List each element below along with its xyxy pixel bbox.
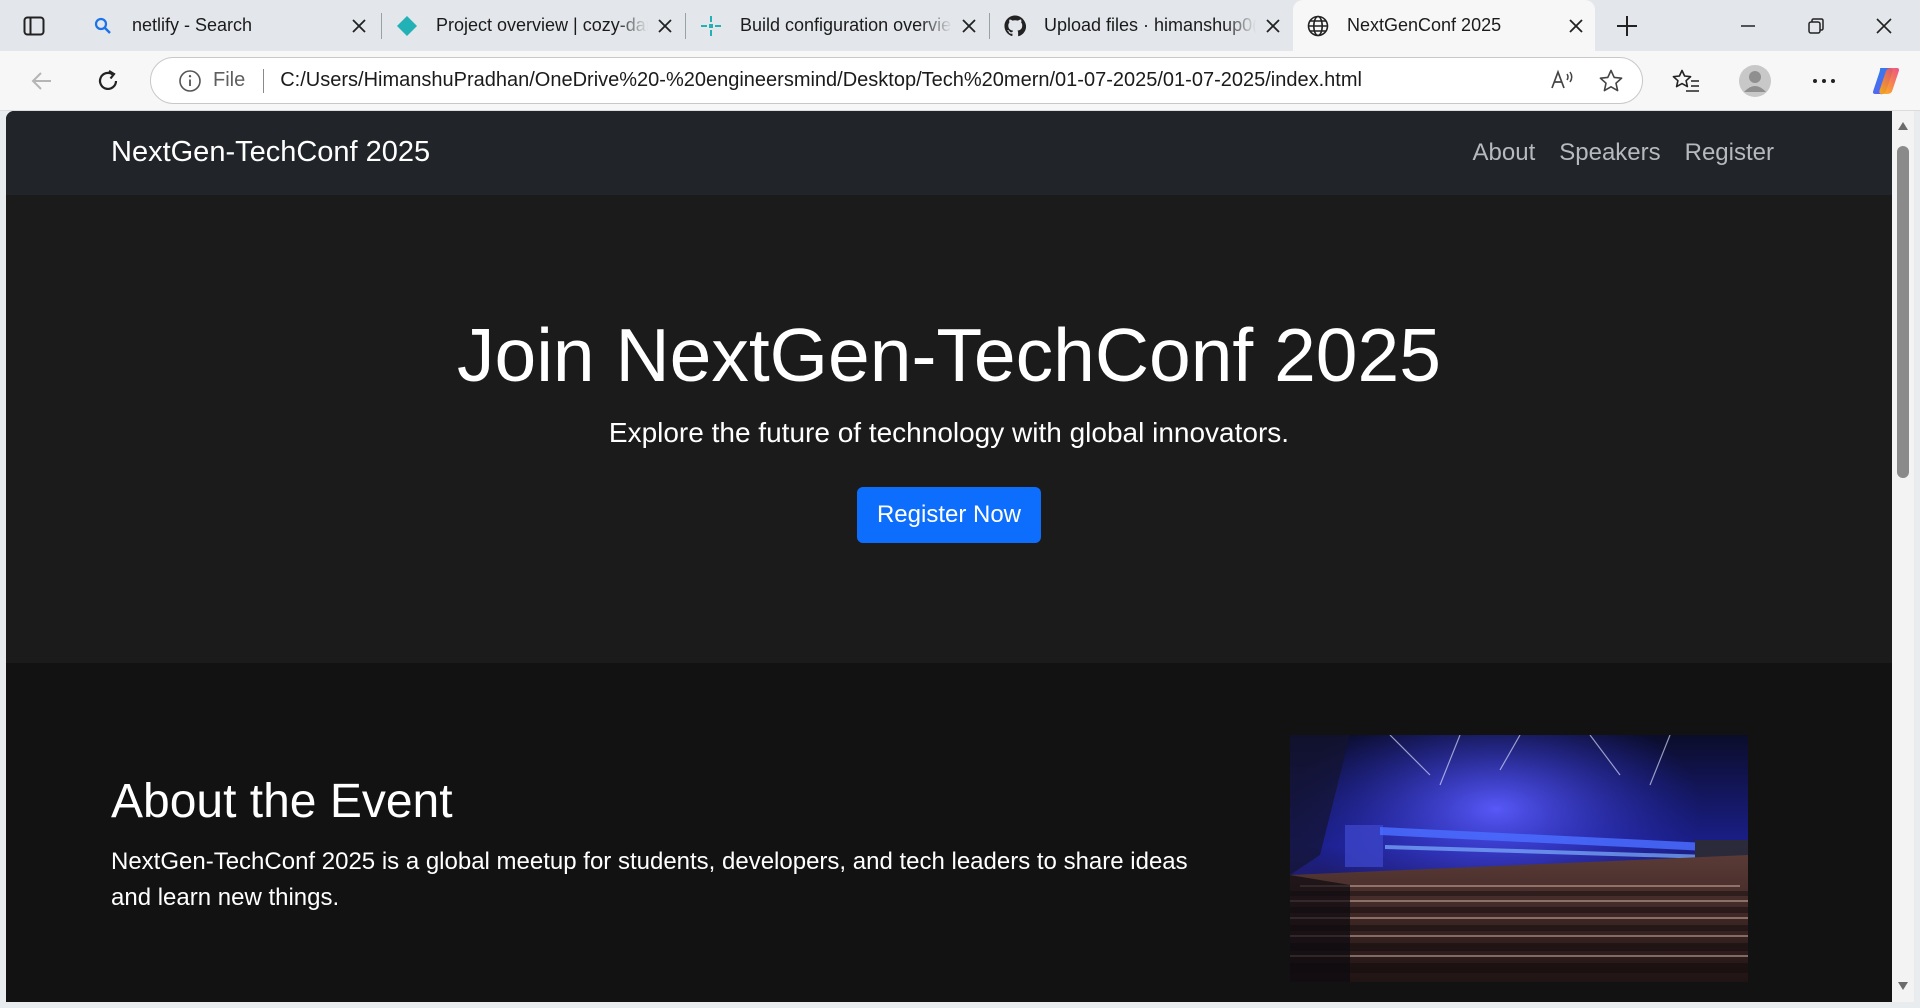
about-section: About the Event NextGen-TechConf 2025 is… [6,663,1892,1002]
tab-upload-files[interactable]: Upload files · himanshup0( [990,0,1292,51]
tab-actions-icon[interactable] [16,12,52,39]
github-icon [1004,14,1026,37]
site-navbar: NextGen-TechConf 2025 About Speakers Reg… [6,111,1892,195]
favorite-star-icon[interactable] [1594,64,1628,98]
about-text: NextGen-TechConf 2025 is a global meetup… [111,848,1188,911]
tab-build-configuration[interactable]: Build configuration overvie [686,0,988,51]
tab-strip: netlify - Search Project overview | cozy… [0,0,1920,51]
nav-link-speakers[interactable]: Speakers [1559,139,1660,167]
scheme-label: File [213,69,246,91]
tab-title: Build configuration overvie [740,15,952,35]
nav-link-register[interactable]: Register [1685,139,1774,167]
restore-button[interactable] [1782,0,1850,51]
globe-icon [1307,15,1329,37]
nav-link-about[interactable]: About [1473,139,1536,167]
scroll-up-arrow-icon[interactable] [1896,119,1910,133]
tab-netlify-search[interactable]: netlify - Search [78,0,378,51]
hero-subtitle: Explore the future of technology with gl… [608,417,1290,448]
scrollbar-thumb[interactable] [1897,146,1909,478]
close-icon[interactable] [1565,15,1587,37]
tab-nextgenconf[interactable]: NextGenConf 2025 [1293,0,1595,51]
scroll-down-arrow-icon[interactable] [1896,979,1910,993]
browser-toolbar: File C:/Users/HimanshuPradhan/OneDrive%2… [0,51,1920,111]
netlify-icon [396,15,418,37]
site-brand[interactable]: NextGen-TechConf 2025 [111,136,430,169]
hero-title: Join NextGen-TechConf 2025 [457,313,1441,397]
address-divider [263,68,265,93]
close-icon[interactable] [958,15,980,37]
page-scrollbar[interactable] [1892,111,1914,1002]
netlify-build-icon [700,15,722,37]
favorites-icon[interactable] [1666,63,1706,99]
site-nav-links: About Speakers Register [1473,139,1774,167]
more-options-icon[interactable] [1804,63,1844,99]
about-title: About the Event [111,775,453,828]
tab-title: NextGenConf 2025 [1347,15,1502,35]
copilot-icon[interactable] [1866,63,1906,99]
refresh-button[interactable] [88,63,128,99]
tab-title: Project overview | cozy-dar [436,15,648,35]
close-icon[interactable] [1262,15,1284,37]
hero-section: Join NextGen-TechConf 2025 Explore the f… [6,195,1892,663]
register-now-button[interactable]: Register Now [857,487,1041,543]
close-icon[interactable] [654,15,676,37]
tab-title: netlify - Search [132,15,253,35]
search-icon [92,15,114,37]
page-viewport: NextGen-TechConf 2025 About Speakers Reg… [6,111,1892,1002]
info-icon[interactable] [177,68,203,94]
read-aloud-icon[interactable] [1546,64,1580,98]
new-tab-button[interactable] [1612,12,1642,40]
address-bar[interactable]: File C:/Users/HimanshuPradhan/OneDrive%2… [150,57,1643,104]
event-audience-image [1290,735,1748,982]
url-text[interactable]: C:/Users/HimanshuPradhan/OneDrive%20-%20… [280,69,1546,92]
close-icon[interactable] [348,15,370,37]
back-button[interactable] [22,63,62,99]
profile-avatar[interactable] [1735,63,1775,99]
tab-title: Upload files · himanshup0( [1044,15,1256,35]
minimize-button[interactable] [1714,0,1782,51]
tab-project-overview[interactable]: Project overview | cozy-dar [382,0,684,51]
close-window-button[interactable] [1850,0,1918,51]
